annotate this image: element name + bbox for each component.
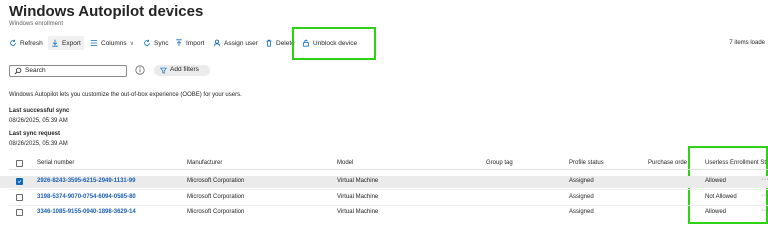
manufacturer-cell: Microsoft Corporation <box>187 178 245 184</box>
column-header-group-tag[interactable]: Group tag <box>486 160 513 166</box>
column-header-userless-enrollment-status[interactable]: Userless Enrollment St <box>705 160 766 166</box>
page-subtitle: Windows enrollment <box>9 21 64 27</box>
filter-icon <box>160 67 167 74</box>
page-description: Windows Autopilot lets you customize the… <box>9 92 242 98</box>
column-header-model[interactable]: Model <box>337 160 353 166</box>
row-checkbox[interactable] <box>16 178 23 185</box>
command-bar: Refresh Export Columns ∨ Sync Import Ass… <box>0 36 768 50</box>
serial-number-link[interactable]: 3198-5374-9070-0754-6094-0585-80 <box>37 194 136 200</box>
userless-enrollment-cell: Not Allowed <box>705 194 737 200</box>
search-placeholder: Search <box>25 67 46 74</box>
columns-button[interactable]: Columns ∨ <box>90 36 134 50</box>
more-options-button[interactable]: ··· <box>161 4 175 16</box>
search-icon <box>14 67 22 75</box>
last-successful-sync-label: Last successful sync <box>9 108 70 114</box>
info-icon[interactable] <box>135 65 145 75</box>
sync-icon <box>144 39 150 46</box>
person-icon <box>213 39 221 47</box>
manufacturer-cell: Microsoft Corporation <box>187 194 245 200</box>
row-checkbox[interactable] <box>16 194 23 201</box>
model-cell: Virtual Machine <box>337 178 379 184</box>
refresh-icon <box>10 39 16 46</box>
last-sync-request-label: Last sync request <box>9 131 61 137</box>
sync-label: Sync <box>154 39 169 47</box>
refresh-label: Refresh <box>20 39 43 47</box>
chevron-down-icon: ∨ <box>129 40 135 47</box>
export-label: Export <box>62 39 81 47</box>
last-successful-sync-value: 08/26/2025, 05:39 AM <box>9 118 68 124</box>
column-header-manufacturer[interactable]: Manufacturer <box>187 160 222 166</box>
profile-status-cell: Assigned <box>569 209 594 215</box>
column-header-profile-status[interactable]: Profile status <box>569 160 604 166</box>
assign-user-button[interactable]: Assign user <box>213 36 258 50</box>
select-all-checkbox[interactable] <box>16 160 23 167</box>
export-button[interactable]: Export <box>48 36 84 50</box>
items-loaded-count: 7 items loade <box>729 40 765 46</box>
column-header-serial-number[interactable]: Serial number <box>37 160 74 166</box>
download-icon <box>52 39 58 47</box>
header-divider <box>9 169 768 170</box>
import-button[interactable]: Import <box>175 36 204 50</box>
row-more-button[interactable]: ··· <box>761 192 768 199</box>
row-more-button[interactable]: ··· <box>761 207 768 214</box>
assign-user-label: Assign user <box>224 39 258 47</box>
import-label: Import <box>186 39 205 47</box>
profile-status-cell: Assigned <box>569 194 594 200</box>
add-filters-button[interactable]: Add filters <box>154 65 210 76</box>
serial-number-link[interactable]: 3346-1085-9155-0940-1898-3629-14 <box>37 209 136 215</box>
model-cell: Virtual Machine <box>337 194 379 200</box>
checkmark-icon <box>17 180 22 184</box>
refresh-button[interactable]: Refresh <box>9 36 43 50</box>
columns-label: Columns <box>101 39 127 47</box>
search-input[interactable]: Search <box>9 65 127 77</box>
sync-button[interactable]: Sync <box>143 36 168 50</box>
column-header-purchase-order[interactable]: Purchase orde <box>648 160 687 166</box>
delete-button[interactable]: Delete <box>265 36 295 50</box>
model-cell: Virtual Machine <box>337 209 379 215</box>
serial-number-link[interactable]: 2926-8243-3595-6215-2949-1131-99 <box>37 178 135 184</box>
last-sync-request-value: 08/26/2025, 05:39 AM <box>9 141 68 147</box>
manufacturer-cell: Microsoft Corporation <box>187 209 245 215</box>
profile-status-cell: Assigned <box>569 178 594 184</box>
add-filters-label: Add filters <box>170 66 199 73</box>
userless-enrollment-cell: Allowed <box>705 178 727 184</box>
row-checkbox[interactable] <box>16 209 23 216</box>
trash-icon <box>266 39 272 47</box>
columns-icon <box>90 40 98 46</box>
row-more-button[interactable]: ··· <box>761 176 768 183</box>
row-divider <box>9 205 768 206</box>
highlight-unblock-device <box>292 27 376 60</box>
row-divider <box>9 189 768 190</box>
upload-icon <box>176 39 182 47</box>
userless-enrollment-cell: Allowed <box>705 209 727 215</box>
